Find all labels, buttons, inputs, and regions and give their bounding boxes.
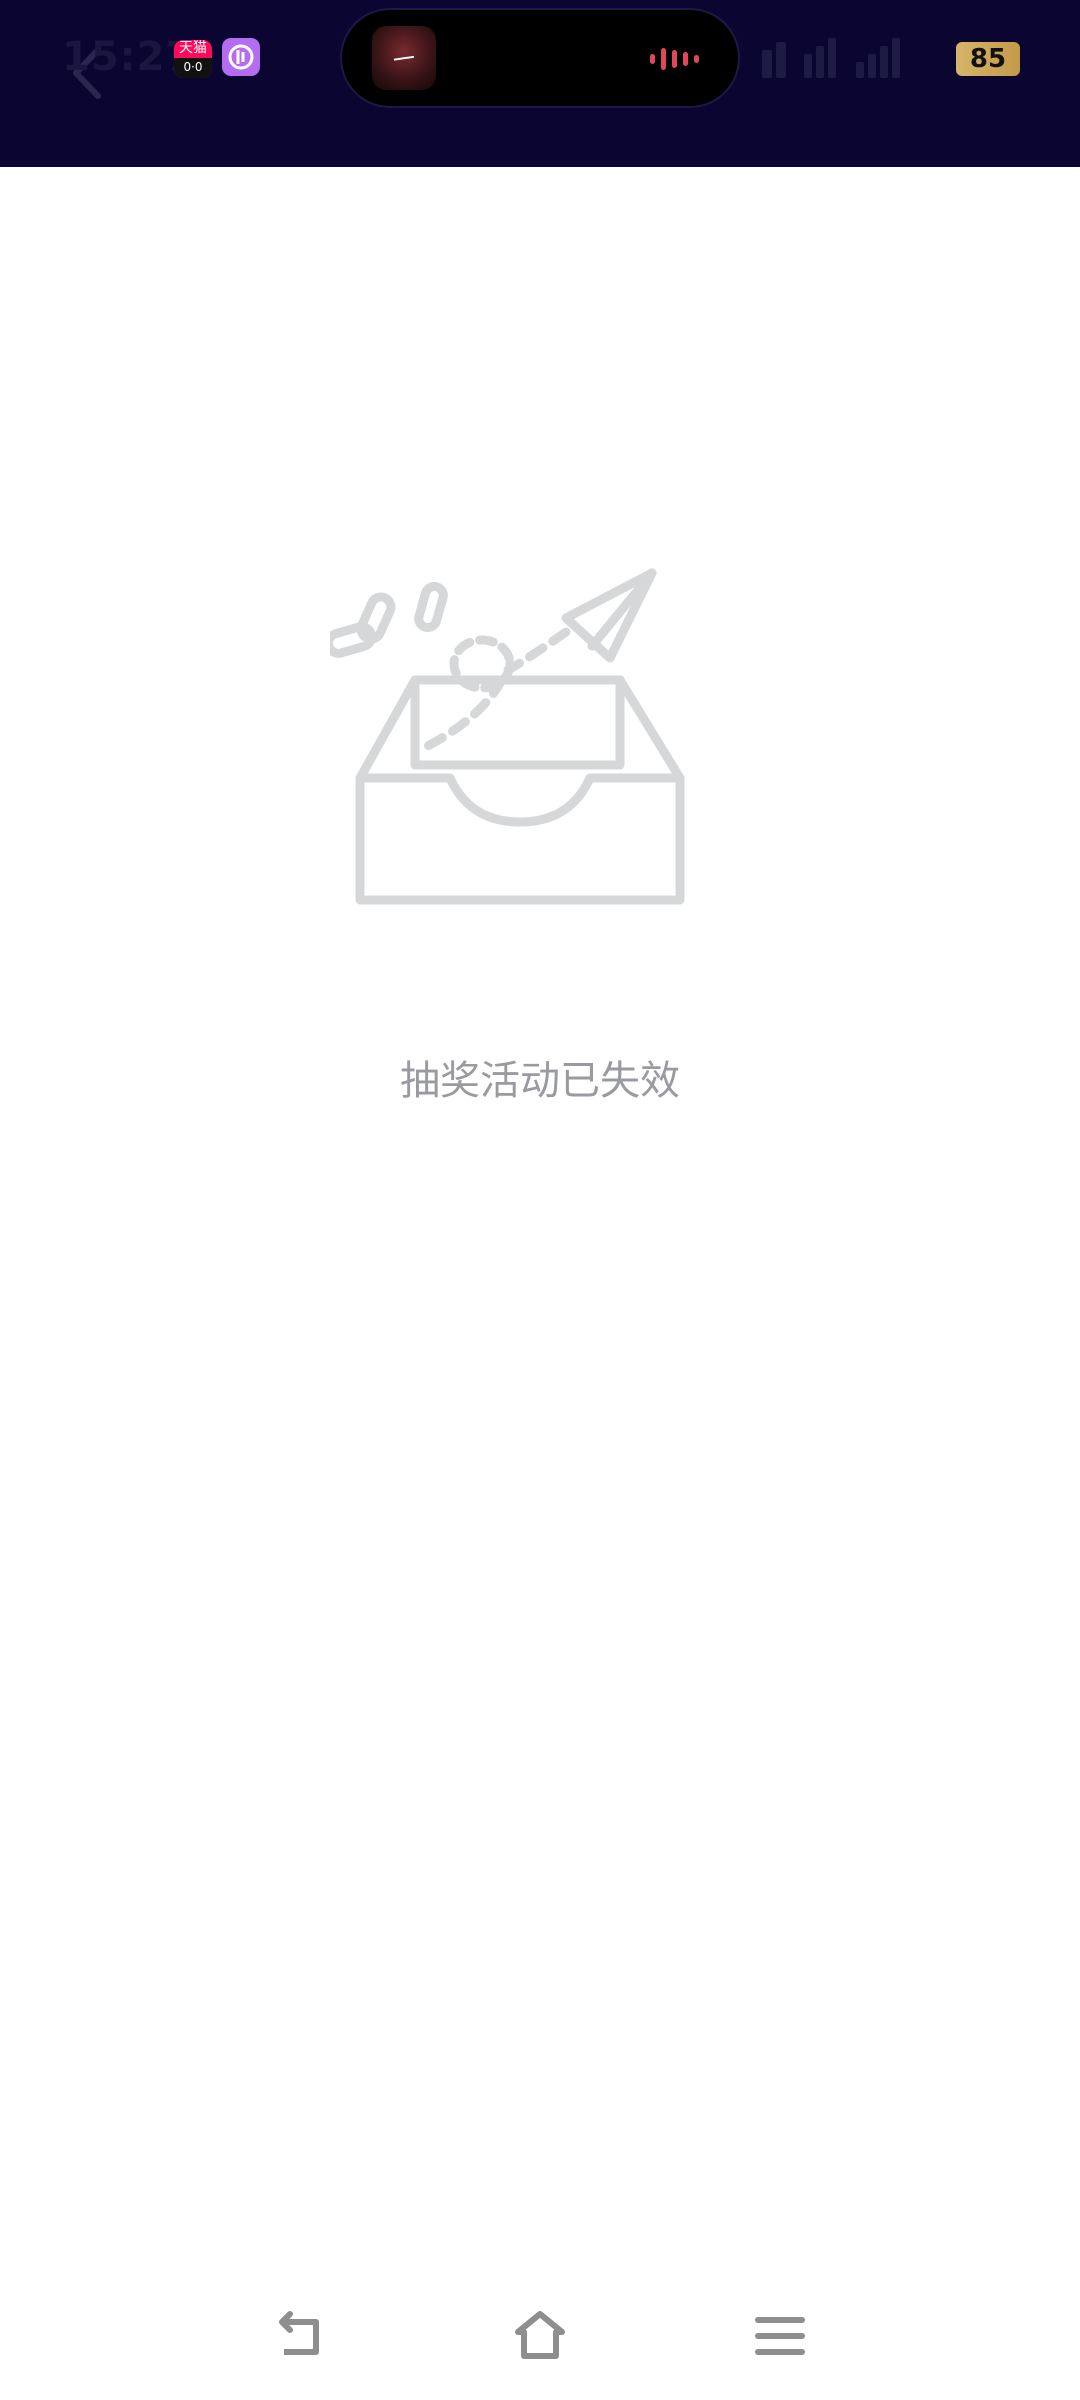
battery-indicator: 85 bbox=[956, 42, 1020, 76]
audio-wave-icon bbox=[650, 48, 699, 70]
home-icon bbox=[515, 2311, 565, 2359]
empty-inbox-icon bbox=[330, 568, 685, 905]
tmall-label: 天猫 bbox=[179, 40, 207, 56]
system-status-icons: 85 bbox=[760, 34, 1020, 82]
signal-icon bbox=[762, 38, 900, 78]
top-bar: 15:27 天猫 0·0 ━━━ 85 bbox=[0, 0, 1080, 167]
menu-icon bbox=[755, 2317, 805, 2355]
back-icon bbox=[279, 2311, 319, 2355]
empty-state-message: 抽奖活动已失效 bbox=[400, 1058, 680, 1104]
media-artwork: ━━━ bbox=[372, 26, 436, 90]
nav-back-button[interactable] bbox=[270, 2306, 330, 2366]
tmall-eyes: 0·0 bbox=[174, 58, 212, 78]
dynamic-island[interactable]: ━━━ bbox=[342, 10, 738, 106]
nav-home-button[interactable] bbox=[510, 2306, 570, 2366]
app-notification-icon bbox=[222, 38, 260, 76]
nav-menu-button[interactable] bbox=[750, 2306, 810, 2366]
tmall-notification-icon: 天猫 0·0 bbox=[174, 40, 212, 78]
